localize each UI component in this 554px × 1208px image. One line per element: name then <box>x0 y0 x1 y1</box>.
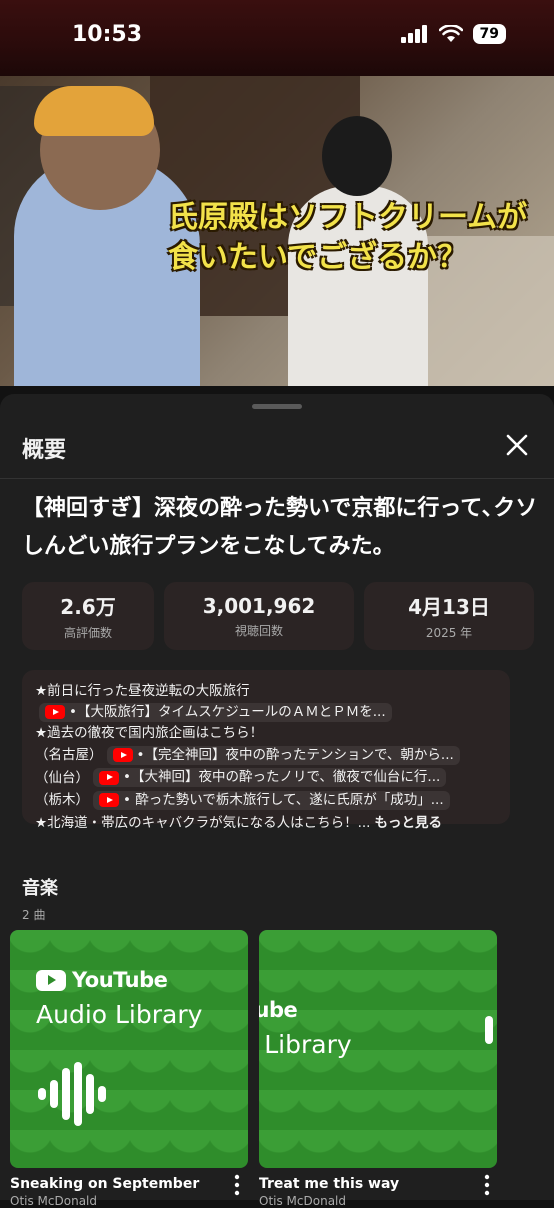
sheet-title: 概要 <box>22 438 67 463</box>
audio-library-text: o Library <box>259 1030 352 1059</box>
music-track-count: 2 曲 <box>22 908 46 922</box>
audio-wave-icon <box>485 1016 493 1044</box>
video-link-text: •【大阪旅行】タイムスケジュールのＡＭとＰＭを... <box>69 703 386 720</box>
youtube-icon <box>99 770 119 785</box>
signal-icon <box>400 25 427 43</box>
drag-handle[interactable] <box>252 404 302 409</box>
wifi-icon <box>438 25 463 42</box>
youtube-icon <box>45 705 65 719</box>
youtube-logo-text: YouTube <box>72 968 168 992</box>
description-line: （栃木） • 酔った勢いで栃木旅行して、遂に氏原が「成功」... <box>35 789 497 812</box>
track-title[interactable]: Treat me this way <box>259 1176 399 1192</box>
music-card[interactable]: YouTube Audio Library <box>10 930 248 1168</box>
audio-wave-icon <box>38 1062 106 1126</box>
video-caption-line2: 食いたいでござるか？ <box>168 240 468 275</box>
video-scene-hair <box>34 86 154 136</box>
show-more-link[interactable]: もっと見る <box>374 812 442 835</box>
description-line: （仙台） •【大神回】夜中の酔ったノリで、徹夜で仙台に行... <box>35 767 497 790</box>
status-icons: 79 <box>400 24 506 44</box>
youtube-logo-text: Tube <box>259 998 298 1022</box>
stats-row: 2.6万 高評価数 3,001,962 視聴回数 4月13日 2025 年 <box>22 582 534 650</box>
video-link-chip[interactable]: •【大神回】夜中の酔ったノリで、徹夜で仙台に行... <box>93 768 447 788</box>
description-sheet: 概要 【神回すぎ】深夜の酔った勢いで京都に行って､クソしんどい旅行プランをこなし… <box>0 394 554 1208</box>
track-artist: Otis McDonald <box>259 1194 346 1208</box>
stat-date-year: 2025 年 <box>425 626 473 640</box>
track-artist: Otis McDonald <box>10 1194 97 1208</box>
description-line: ★北海道・帯広のキャバクラが気になる人はこちら！... もっと見る <box>35 812 497 835</box>
stat-date: 4月13日 2025 年 <box>364 582 534 650</box>
youtube-logo: Tube <box>259 998 298 1022</box>
video-link-text: • 酔った勢いで栃木旅行して、遂に氏原が「成功」... <box>123 791 444 808</box>
video-scene-head-right <box>322 116 392 196</box>
video-link-chip[interactable]: • 酔った勢いで栃木旅行して、遂に氏原が「成功」... <box>93 790 450 810</box>
youtube-icon <box>99 793 119 808</box>
description-line: •【大阪旅行】タイムスケジュールのＡＭとＰＭを... <box>35 702 497 722</box>
stat-views-value: 3,001,962 <box>202 593 316 618</box>
youtube-logo: YouTube <box>36 968 168 992</box>
battery-icon: 79 <box>472 24 506 44</box>
description-line: （名古屋） •【完全神回】夜中の酔ったテンションで、朝から... <box>35 744 497 767</box>
youtube-icon <box>112 748 133 763</box>
divider <box>0 478 554 479</box>
music-card[interactable]: Tube o Library <box>259 930 497 1168</box>
video-link-text: •【完全神回】夜中の酔ったテンションで、朝から... <box>136 746 454 763</box>
track-title[interactable]: Sneaking on September <box>10 1176 199 1192</box>
stat-views-label: 視聴回数 <box>234 623 283 638</box>
stat-views: 3,001,962 視聴回数 <box>164 582 354 650</box>
description-box[interactable]: ★前日に行った昼夜逆転の大阪旅行 •【大阪旅行】タイムスケジュールのＡＭとＰＭを… <box>22 670 510 831</box>
stat-date-value: 4月13日 <box>408 595 490 619</box>
description-prefix: （仙台） <box>35 769 89 786</box>
description-prefix: （名古屋） <box>35 747 103 763</box>
youtube-play-icon <box>36 969 66 991</box>
stat-likes-value: 2.6万 <box>60 595 116 619</box>
more-options-icon[interactable] <box>482 1174 492 1196</box>
video-link-text: •【大神回】夜中の酔ったノリで、徹夜で仙台に行... <box>123 769 441 786</box>
status-time: 10:53 <box>72 22 143 47</box>
music-section-title: 音楽 <box>22 878 58 899</box>
video-link-chip[interactable]: •【大阪旅行】タイムスケジュールのＡＭとＰＭを... <box>39 702 392 722</box>
close-icon[interactable] <box>502 430 532 460</box>
more-options-icon[interactable] <box>232 1174 242 1196</box>
video-link-chip[interactable]: •【完全神回】夜中の酔ったテンションで、朝から... <box>106 745 460 765</box>
video-player[interactable]: 氏原殿はソフトクリームが 食いたいでござるか？ <box>0 76 554 386</box>
audio-library-text: Audio Library <box>36 1000 203 1029</box>
description-line: ★前日に行った昼夜逆転の大阪旅行 <box>35 683 250 699</box>
stat-likes: 2.6万 高評価数 <box>22 582 154 650</box>
description-prefix: （栃木） <box>35 792 89 808</box>
status-bar: 10:53 79 <box>0 0 554 76</box>
video-title: 【神回すぎ】深夜の酔った勢いで京都に行って､クソしんどい旅行プランをこなしてみた… <box>22 496 538 559</box>
video-caption-line1: 氏原殿はソフトクリームが <box>168 200 528 235</box>
video-caption: 氏原殿はソフトクリームが 食いたいでござるか？ <box>168 198 528 278</box>
description-line: ★過去の徹夜で国内旅企画はこちら！ <box>35 724 264 741</box>
stat-likes-label: 高評価数 <box>63 626 112 640</box>
description-text: ★北海道・帯広のキャバクラが気になる人はこちら！... <box>35 814 371 831</box>
